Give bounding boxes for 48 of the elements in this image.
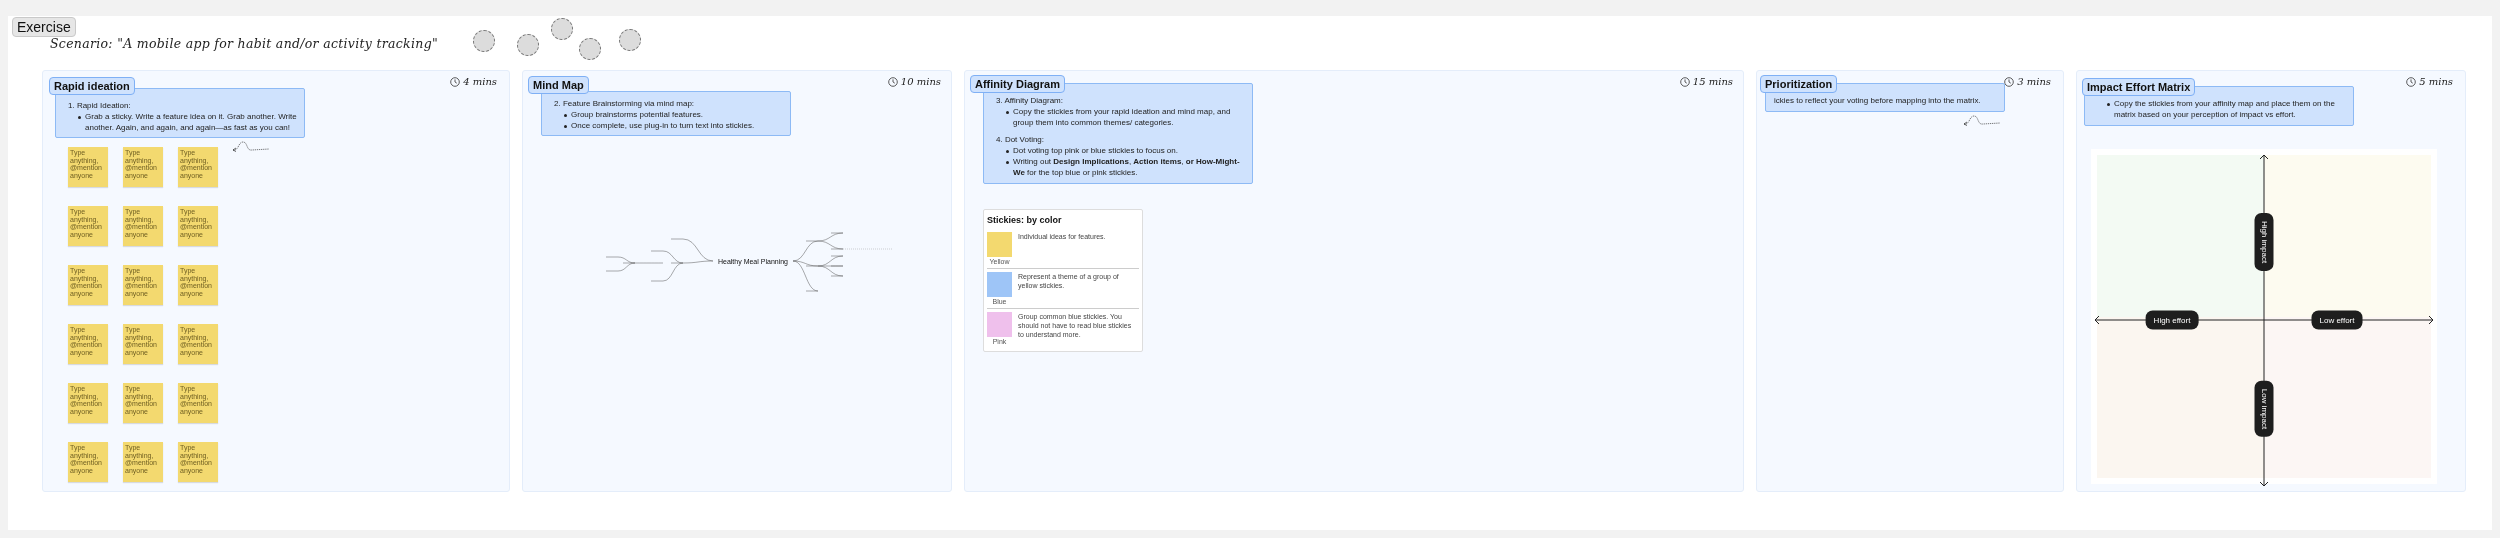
section-title: Impact Effort Matrix (2082, 78, 2196, 96)
bullet-icon (1006, 110, 1009, 114)
instruction-text: Copy the stickies from your affinity map and place them on the matrix based on your perception of impact vs effort. (2114, 99, 2336, 121)
axis-label: Low impact (2254, 380, 2274, 438)
bullet-icon (2107, 103, 2110, 106)
instruction-text: Writing out Design Implications, Action items, or How-Might-We for the top blue or pink stickies. (1013, 157, 1241, 179)
scenario-text: Scenario: "A mobile app for habit and/or activity tracking" (50, 36, 438, 51)
axis-label: High impact (2254, 212, 2274, 272)
bullet-icon (1006, 150, 1009, 154)
instruction-text: Dot voting top pink or blue stickies to focus on. (1013, 146, 1178, 157)
timer-text: 5 mins (2419, 76, 2453, 87)
clock-icon (450, 76, 461, 87)
section-title: Mind Map (528, 76, 589, 94)
timer-text: 4 mins (463, 76, 497, 87)
bullet-icon (78, 115, 81, 119)
timer-text: 15 mins (1692, 76, 1733, 87)
clock-icon (887, 76, 898, 87)
instruction-text: Copy the stickies from your rapid ideation and mind map, and group them into common themes/ categories. (1013, 106, 1232, 129)
instruction-text: Group brainstorms potential features. (571, 109, 704, 121)
avatar-placeholder (473, 30, 495, 52)
bullet-icon (564, 124, 567, 128)
axis-label: High effort (2145, 310, 2199, 330)
instruction-text: ickies to reflect your voting before mapping into the matrix. (1774, 96, 1981, 105)
instruction-text: Once complete, use plug-in to turn text into stickies. (571, 120, 755, 132)
timer-text: 3 mins (2017, 76, 2051, 87)
instruction-heading: 1. Rapid Ideation: (68, 101, 131, 110)
section-title: Affinity Diagram (970, 75, 1065, 93)
bullet-icon (564, 113, 567, 117)
instruction-heading: 4. Dot Voting: (996, 135, 1045, 145)
avatar-placeholder (517, 34, 539, 56)
timer-text: 10 mins (900, 76, 941, 87)
squiggle-arrow-icon (1962, 113, 2002, 129)
bullet-icon (1006, 161, 1009, 164)
instruction-text: Grab a sticky. Write a feature idea on it. Grab another. Write another. Again, and again, and again—as fast as you can! (85, 111, 298, 134)
section-title: Rapid ideation (49, 77, 135, 95)
axis-label: Low effort (2311, 310, 2363, 330)
instruction-heading: 2. Feature Brainstorming via mind map: (554, 99, 695, 108)
board-label: Exercise (12, 17, 76, 37)
avatar-placeholder (619, 29, 641, 51)
clock-icon (2406, 76, 2417, 87)
avatar-placeholder (579, 38, 601, 60)
legend-title: Stickies: by color (987, 215, 1063, 225)
avatar-placeholder (551, 18, 573, 40)
squiggle-arrow-icon (231, 139, 271, 155)
clock-icon (2004, 76, 2015, 87)
section-title: Prioritization (1760, 75, 1838, 93)
clock-icon (1679, 76, 1690, 87)
instruction-heading: 3. Affinity Diagram: (996, 96, 1063, 105)
